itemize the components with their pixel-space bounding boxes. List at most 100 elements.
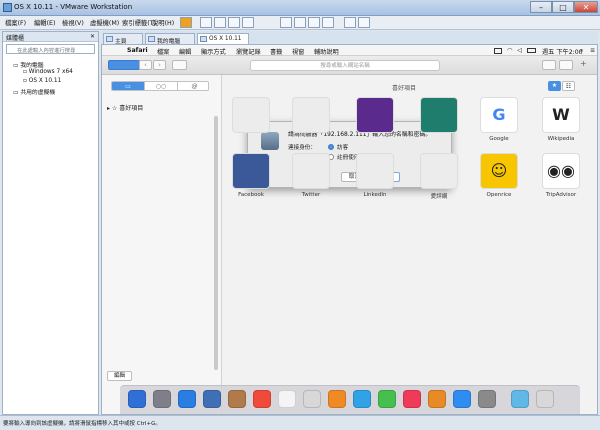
library-search-input[interactable]: 在此處輸入內容進行搜尋: [6, 44, 95, 54]
show-tabs-button[interactable]: [559, 60, 573, 70]
favorite-tile[interactable]: [292, 153, 330, 189]
back-button[interactable]: ‹: [139, 60, 152, 70]
full-screen-icon[interactable]: [308, 17, 320, 28]
edit-button[interactable]: 編輯: [107, 371, 132, 381]
dock-app-icon[interactable]: [453, 390, 471, 408]
favorite-tile[interactable]: [420, 97, 458, 133]
dock-app-icon[interactable]: [353, 390, 371, 408]
favorite-tile-label: 愛評網: [430, 194, 448, 200]
dock-app-icon[interactable]: [478, 390, 496, 408]
list-view-button[interactable]: ☷: [562, 81, 575, 91]
sidebar-toggle-button[interactable]: [108, 60, 140, 70]
dock-app-icon[interactable]: [536, 390, 554, 408]
menu-file[interactable]: 檔案(F): [5, 18, 26, 27]
dock-app-icon[interactable]: [278, 390, 296, 408]
address-bar[interactable]: 搜尋或輸入網站名稱: [250, 60, 440, 71]
airplay-icon[interactable]: [494, 48, 502, 54]
favorite-tile-icon: ◉◉: [547, 161, 575, 180]
tab-osx[interactable]: OS X 10.11: [197, 33, 249, 44]
favorite-tile-label: TripAdvisor: [545, 192, 577, 198]
favorites-title: 喜好項目: [392, 85, 417, 92]
menu-help[interactable]: 說明(H): [152, 18, 174, 27]
favorite-tile-label: LinkedIn: [363, 192, 387, 198]
mac-menu-view[interactable]: 顯示方式: [201, 47, 226, 56]
console-view-icon[interactable]: [344, 17, 356, 28]
tree-vm-osx[interactable]: ▫ OS X 10.11: [23, 78, 61, 84]
menu-edit[interactable]: 編輯(E): [34, 18, 56, 27]
thumbnail-bar-icon[interactable]: [294, 17, 306, 28]
mac-clock[interactable]: 週五 下午2:00: [542, 47, 583, 56]
menu-vm[interactable]: 虛擬機(M): [90, 18, 119, 27]
minimize-button[interactable]: –: [530, 1, 552, 13]
mac-menu-history[interactable]: 瀏覽記錄: [236, 47, 261, 56]
new-tab-button[interactable]: +: [580, 59, 587, 68]
battery-icon[interactable]: [527, 48, 536, 53]
vm-console[interactable]: Safari 檔案 編輯 顯示方式 瀏覽記錄 書籤 視窗 輔助說明 ◠ ◁ 週五…: [101, 44, 598, 415]
dock-app-icon[interactable]: [128, 390, 146, 408]
dock-app-icon[interactable]: [228, 390, 246, 408]
spotlight-icon[interactable]: ⌕: [580, 47, 583, 55]
tab-my-computer[interactable]: 我的電腦: [145, 33, 195, 45]
favorite-tile-label: Twitter: [301, 192, 321, 198]
tree-shared-vms[interactable]: ▭ 共用的虛擬機: [13, 87, 55, 96]
dock-app-icon[interactable]: [203, 390, 221, 408]
dock-app-icon[interactable]: [153, 390, 171, 408]
dock-app-icon[interactable]: [378, 390, 396, 408]
favorite-tile[interactable]: [356, 97, 394, 133]
mac-menu-bookmarks[interactable]: 書籤: [270, 47, 282, 56]
bookmarks-segment[interactable]: ▭: [112, 82, 145, 90]
maximize-button[interactable]: □: [552, 1, 574, 13]
mac-menu-safari[interactable]: Safari: [127, 47, 148, 54]
tree-my-computer[interactable]: ▭ 我的電腦: [13, 60, 44, 69]
tab-home[interactable]: 主頁: [103, 33, 143, 45]
favorites-view-button[interactable]: ★: [548, 81, 561, 91]
favorite-tile[interactable]: [356, 153, 394, 189]
dock-app-icon[interactable]: [428, 390, 446, 408]
dock-app-icon[interactable]: [328, 390, 346, 408]
favorite-tile[interactable]: [420, 153, 458, 189]
favorite-tile[interactable]: [292, 97, 330, 133]
mac-menu-help[interactable]: 輔助說明: [314, 47, 339, 56]
favorite-tile[interactable]: [232, 97, 270, 133]
favorite-tile[interactable]: [232, 153, 270, 189]
dock-app-icon[interactable]: [303, 390, 321, 408]
reader-sidebar-button[interactable]: [172, 60, 187, 70]
stretch-guest-icon[interactable]: [358, 17, 370, 28]
snapshot-manager-icon[interactable]: [242, 17, 254, 28]
dock-app-icon[interactable]: [511, 390, 529, 408]
mac-menu-window[interactable]: 視窗: [292, 47, 304, 56]
tree-vm-windows7[interactable]: ▫ Windows 7 x64: [23, 69, 73, 75]
menu-view[interactable]: 檢視(V): [62, 18, 84, 27]
menu-tabs[interactable]: 索引標籤(T): [122, 18, 156, 27]
favorite-tile-label: Facebook: [238, 192, 264, 198]
dock-app-icon[interactable]: [403, 390, 421, 408]
library-close-icon[interactable]: ✕: [90, 33, 95, 40]
wifi-icon[interactable]: ◠: [507, 47, 512, 54]
close-button[interactable]: ✕: [574, 1, 598, 13]
sidebar-scrollbar[interactable]: [214, 116, 218, 370]
unity-icon[interactable]: [322, 17, 334, 28]
favorite-tile-label: Google: [489, 136, 509, 142]
snapshot-icon[interactable]: [214, 17, 226, 28]
reading-list-segment[interactable]: ○○: [145, 82, 178, 90]
favorite-tile[interactable]: ☺: [480, 153, 518, 189]
status-message: 要將輸入導向到該虛擬機，請將滑鼠指標移入其中或按 Ctrl+G。: [3, 421, 161, 427]
show-library-icon[interactable]: [280, 17, 292, 28]
share-button[interactable]: [542, 60, 556, 70]
guest-radio[interactable]: [328, 144, 334, 150]
favorites-folder[interactable]: ▸ ☆ 喜好項目: [107, 103, 143, 112]
send-ctrl-alt-del-icon[interactable]: [200, 17, 212, 28]
dock-app-icon[interactable]: [178, 390, 196, 408]
notification-center-icon[interactable]: ≡: [590, 47, 595, 54]
mac-menu-file[interactable]: 檔案: [157, 47, 169, 56]
volume-icon[interactable]: ◁: [517, 47, 522, 54]
mac-menu-edit[interactable]: 編輯: [179, 47, 191, 56]
favorite-tile[interactable]: W: [542, 97, 580, 133]
revert-snapshot-icon[interactable]: [228, 17, 240, 28]
forward-button[interactable]: ›: [153, 60, 166, 70]
favorite-tile[interactable]: ◉◉: [542, 153, 580, 189]
shared-links-segment[interactable]: @: [178, 82, 208, 90]
favorite-tile[interactable]: G: [480, 97, 518, 133]
pause-icon[interactable]: [180, 17, 192, 28]
dock-app-icon[interactable]: [253, 390, 271, 408]
